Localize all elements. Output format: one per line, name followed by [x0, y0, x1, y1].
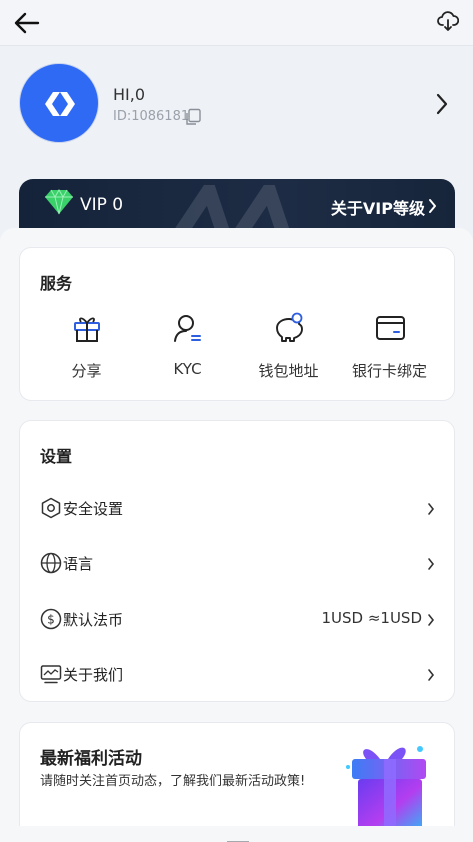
gift-icon: [70, 312, 104, 344]
settings-card: 设置 安全设置 语言 $ 默认法币 1USD ≈1USD 关于我们: [19, 420, 455, 702]
service-label: 钱包地址: [258, 362, 319, 380]
diamond-icon: [43, 188, 75, 215]
security-hexagon-icon: [40, 497, 62, 519]
chevron-right-icon: [427, 612, 435, 626]
gift-box-illustration: [340, 737, 436, 837]
settings-title: 设置: [40, 447, 73, 466]
back-button[interactable]: [14, 11, 40, 35]
chevron-right-icon[interactable]: [435, 93, 449, 115]
copy-icon[interactable]: [184, 108, 202, 126]
service-label: KYC: [173, 360, 202, 378]
user-verify-icon: [171, 312, 205, 344]
dollar-coin-icon: $: [40, 608, 62, 630]
currency-value: 1USD ≈1USD: [321, 609, 422, 627]
settings-item-language[interactable]: 语言: [20, 541, 456, 585]
service-label: 分享: [71, 362, 102, 380]
drag-handle-icon[interactable]: [226, 832, 250, 842]
settings-item-label: 安全设置: [63, 500, 124, 518]
promo-title: 最新福利活动: [40, 749, 142, 769]
vip-banner[interactable]: VIP 0 关于VIP等级: [19, 179, 455, 235]
top-bar: [0, 0, 473, 46]
settings-item-default-currency[interactable]: $ 默认法币 1USD ≈1USD: [20, 597, 456, 641]
app-logo-icon: [45, 92, 75, 116]
cloud-download-icon: [437, 11, 460, 31]
monitor-chart-icon: [40, 663, 62, 685]
globe-icon: [40, 552, 62, 574]
piggy-bank-icon: [272, 312, 306, 344]
username: HI,0: [113, 85, 146, 104]
settings-item-label: 关于我们: [63, 666, 124, 684]
bank-card-icon: [373, 312, 407, 344]
service-kyc[interactable]: KYC: [133, 312, 242, 384]
services-card: 服务 分享 KYC 钱包地址 银行卡绑定: [19, 247, 455, 401]
chevron-right-icon: [427, 501, 435, 515]
settings-item-about-us[interactable]: 关于我们: [20, 652, 456, 696]
user-id: ID:1086181: [113, 109, 190, 124]
vip-info-link[interactable]: 关于VIP等级: [331, 195, 425, 219]
avatar[interactable]: [19, 63, 99, 143]
content-sheet: 服务 分享 KYC 钱包地址 银行卡绑定 设置 安全设置 语言 $ 默认法币 1…: [0, 228, 473, 842]
service-bank-card[interactable]: 银行卡绑定: [335, 312, 444, 384]
svg-text:$: $: [47, 613, 55, 627]
settings-item-label: 语言: [63, 555, 94, 573]
services-title: 服务: [40, 274, 73, 293]
settings-item-security[interactable]: 安全设置: [20, 486, 456, 530]
chevron-right-icon: [427, 667, 435, 681]
profile-header[interactable]: HI,0 ID:1086181: [0, 47, 473, 169]
promo-subtitle: 请随时关注首页动态，了解我们最新活动政策!: [40, 774, 306, 789]
arrow-left-icon: [14, 12, 40, 34]
promo-card[interactable]: 最新福利活动 请随时关注首页动态，了解我们最新活动政策!: [19, 722, 455, 842]
vip-level-label: VIP 0: [80, 195, 124, 215]
service-wallet-address[interactable]: 钱包地址: [234, 312, 343, 384]
settings-item-label: 默认法币: [63, 611, 124, 629]
chevron-right-icon: [428, 198, 437, 214]
service-share[interactable]: 分享: [32, 312, 141, 384]
service-label: 银行卡绑定: [351, 362, 427, 380]
download-button[interactable]: [437, 10, 460, 32]
chevron-right-icon: [427, 556, 435, 570]
